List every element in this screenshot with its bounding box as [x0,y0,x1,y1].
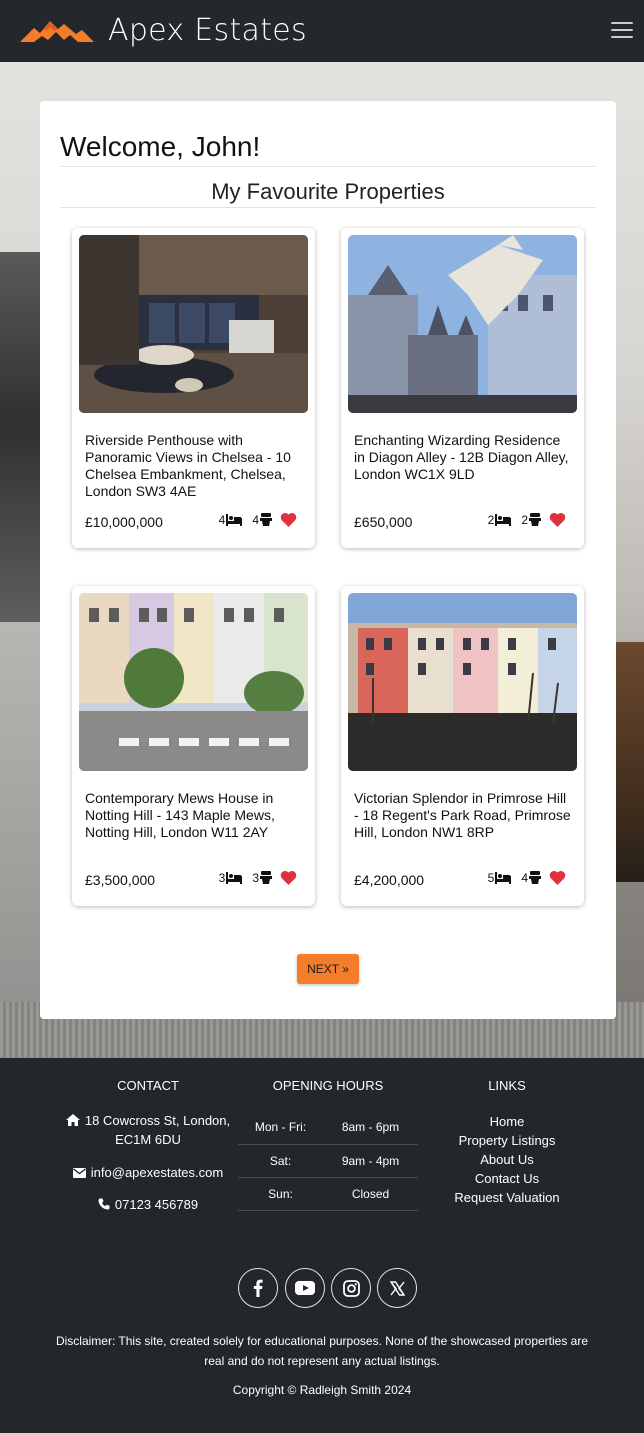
email-address[interactable]: info@apexestates.com [91,1165,223,1180]
property-photo[interactable] [348,593,577,771]
toilet-icon [260,871,272,884]
hours-row: Mon - Fri: 8am - 6pm [238,1111,418,1145]
hours-day: Mon - Fri: [238,1111,324,1145]
phone-icon [98,1198,110,1210]
property-price: £650,000 [354,514,413,530]
property-card[interactable]: Riverside Penthouse with Panoramic Views… [72,228,315,548]
hours-row: Sat: 9am - 4pm [238,1144,418,1178]
property-title[interactable]: Contemporary Mews House in Notting Hill … [85,790,305,841]
footer-links: Home Property Listings About Us Contact … [452,1112,562,1207]
favourite-heart-icon[interactable] [280,870,297,885]
property-photo[interactable] [79,235,308,413]
contact-heading: CONTACT [117,1078,179,1093]
toilet-icon [529,513,541,526]
bath-count: 4 [252,512,259,527]
bed-icon [495,871,512,884]
property-price: £10,000,000 [85,514,163,530]
hours-day: Sat: [238,1144,324,1178]
hours-time: 9am - 4pm [323,1144,418,1178]
bed-count: 4 [218,512,226,527]
hours-row: Sun: Closed [238,1177,418,1211]
footer-link-home[interactable]: Home [452,1112,562,1131]
property-meta: 4 4 [219,512,297,527]
home-icon [65,1114,80,1126]
favourite-heart-icon[interactable] [280,512,297,527]
favourite-heart-icon[interactable] [549,512,566,527]
email-contact[interactable]: info@apexestates.com [58,1163,238,1182]
phone-number[interactable]: 07123 456789 [115,1197,198,1212]
bed-count: 5 [487,870,495,885]
address: 18 Cowcross St, London, EC1M 6DU [58,1111,238,1149]
next-page-button[interactable]: NEXT » [297,954,359,984]
property-meta: 3 3 [219,870,297,885]
footer-link-about-us[interactable]: About Us [452,1150,562,1169]
bed-count: 2 [487,512,495,527]
divider [60,166,596,167]
youtube-icon[interactable] [285,1268,325,1308]
hamburger-menu-icon[interactable] [611,22,633,40]
property-meta: 2 2 [488,512,566,527]
bed-icon [495,513,512,526]
property-photo[interactable] [348,235,577,413]
toilet-icon [529,871,541,884]
property-price: £3,500,000 [85,872,156,888]
property-title[interactable]: Enchanting Wizarding Residence in Diagon… [354,432,574,483]
section-title: My Favourite Properties [211,179,445,204]
hours-time: Closed [323,1177,418,1211]
copyright-text: Copyright © Radleigh Smith 2024 [232,1383,412,1397]
welcome-heading: Welcome, John! [60,131,261,162]
property-price: £4,200,000 [354,872,425,888]
property-photo[interactable] [79,593,308,771]
envelope-icon [72,1168,86,1178]
mountain-logo-icon[interactable] [20,18,94,44]
hours-time: 8am - 6pm [323,1111,418,1145]
property-title[interactable]: Victorian Splendor in Primrose Hill - 18… [354,790,574,841]
bath-count: 2 [521,512,528,527]
site-footer: CONTACT OPENING HOURS LINKS 18 Cowcross … [0,1058,644,1433]
facebook-icon[interactable] [238,1268,278,1308]
footer-link-contact-us[interactable]: Contact Us [452,1169,562,1188]
x-icon[interactable] [377,1268,417,1308]
property-card[interactable]: Contemporary Mews House in Notting Hill … [72,586,315,906]
toilet-icon [260,513,272,526]
address-line1: 18 Cowcross St, London, [84,1113,231,1128]
bed-icon [226,871,243,884]
links-heading: LINKS [488,1078,526,1093]
bath-count: 4 [521,870,528,885]
property-meta: 5 4 [488,870,566,885]
instagram-icon[interactable] [331,1268,371,1308]
bed-count: 3 [218,870,226,885]
top-navbar: Apex Estates [0,0,644,62]
hours-day: Sun: [238,1177,324,1211]
footer-link-request-valuation[interactable]: Request Valuation [452,1188,562,1207]
favourite-heart-icon[interactable] [549,870,566,885]
disclaimer-text: Disclaimer: This site, created solely fo… [55,1334,589,1368]
footer-link-property-listings[interactable]: Property Listings [452,1131,562,1150]
favourites-panel: Welcome, John! My Favourite Properties R… [40,101,616,1019]
property-title[interactable]: Riverside Penthouse with Panoramic Views… [85,432,305,500]
opening-hours-table: Mon - Fri: 8am - 6pm Sat: 9am - 4pm Sun:… [238,1111,418,1211]
property-card[interactable]: Victorian Splendor in Primrose Hill - 18… [341,586,584,906]
divider [60,207,596,208]
hours-heading: OPENING HOURS [272,1078,384,1093]
bath-count: 3 [252,870,259,885]
phone-contact[interactable]: 07123 456789 [58,1195,238,1214]
bed-icon [226,513,243,526]
brand-name[interactable]: Apex Estates [108,13,307,48]
address-line2: EC1M 6DU [115,1132,181,1147]
property-card[interactable]: Enchanting Wizarding Residence in Diagon… [341,228,584,548]
